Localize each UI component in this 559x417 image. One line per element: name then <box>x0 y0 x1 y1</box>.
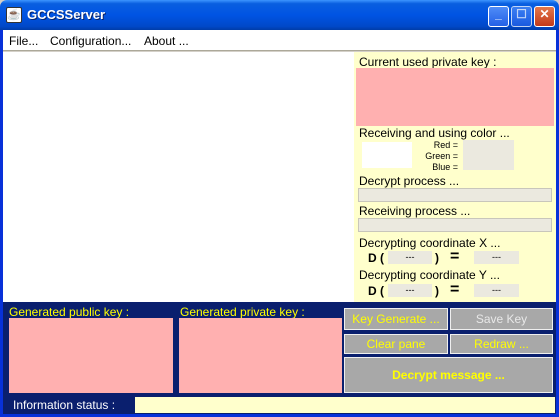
minimize-icon: _ <box>495 7 502 21</box>
status-label: Information status : <box>13 398 116 412</box>
menu-bar: File... Configuration... About ... <box>3 30 556 51</box>
receiving-process-label: Receiving process ... <box>359 204 471 218</box>
bottom-panel: Generated public key : Generated private… <box>3 302 556 396</box>
key-generate-button[interactable]: Key Generate ... <box>344 308 448 330</box>
right-info-panel: Current used private key : Receiving and… <box>354 52 556 302</box>
close-icon: ✕ <box>539 7 550 21</box>
coord-x-label: Decrypting coordinate X ... <box>359 236 501 250</box>
menu-configuration[interactable]: Configuration... <box>50 34 131 48</box>
coord-y-equals: = <box>450 281 460 298</box>
coord-y-result: --- <box>474 284 519 297</box>
blue-label: Blue = <box>432 162 458 172</box>
rgb-labels: Red = Green = Blue = <box>420 140 458 173</box>
minimize-button[interactable]: _ <box>488 6 509 27</box>
window-title: GCCSServer <box>27 7 106 22</box>
maximize-button[interactable]: ☐ <box>511 6 532 27</box>
coord-x-d-open: D ( <box>368 251 384 265</box>
drawing-canvas[interactable] <box>3 52 354 302</box>
decrypt-progress-bar <box>358 188 552 202</box>
save-key-button[interactable]: Save Key <box>450 308 553 330</box>
green-label: Green = <box>425 151 458 161</box>
coord-y-d-open: D ( <box>368 284 384 298</box>
coord-x-input: --- <box>388 251 432 264</box>
menu-file[interactable]: File... <box>9 34 38 48</box>
private-key-label: Current used private key : <box>359 55 497 69</box>
decrypt-process-label: Decrypt process ... <box>359 174 460 188</box>
app-icon: ☕ <box>6 7 22 23</box>
maximize-icon: ☐ <box>516 7 527 21</box>
coord-y-input: --- <box>388 284 432 297</box>
close-button[interactable]: ✕ <box>534 6 555 27</box>
menu-about[interactable]: About ... <box>144 34 189 48</box>
generated-private-key-label: Generated private key : <box>180 305 305 319</box>
color-label: Receiving and using color ... <box>359 126 510 140</box>
coord-x-close-paren: ) <box>435 251 439 265</box>
coord-x-equals: = <box>450 248 460 265</box>
color-preview <box>362 142 412 168</box>
coord-y-label: Decrypting coordinate Y ... <box>359 268 500 282</box>
private-key-display <box>356 68 554 126</box>
red-label: Red = <box>433 140 458 150</box>
generated-private-key-area[interactable] <box>179 318 342 393</box>
receiving-progress-bar <box>358 218 552 232</box>
redraw-button[interactable]: Redraw ... <box>450 334 553 354</box>
status-value <box>135 397 555 413</box>
public-key-area[interactable] <box>9 318 173 393</box>
status-bar: Information status : <box>3 396 556 414</box>
public-key-label: Generated public key : <box>9 305 130 319</box>
coord-y-close-paren: ) <box>435 284 439 298</box>
coord-x-result: --- <box>474 251 519 264</box>
clear-pane-button[interactable]: Clear pane <box>344 334 448 354</box>
rgb-values <box>463 140 514 170</box>
decrypt-message-button[interactable]: Decrypt message ... <box>344 357 553 393</box>
